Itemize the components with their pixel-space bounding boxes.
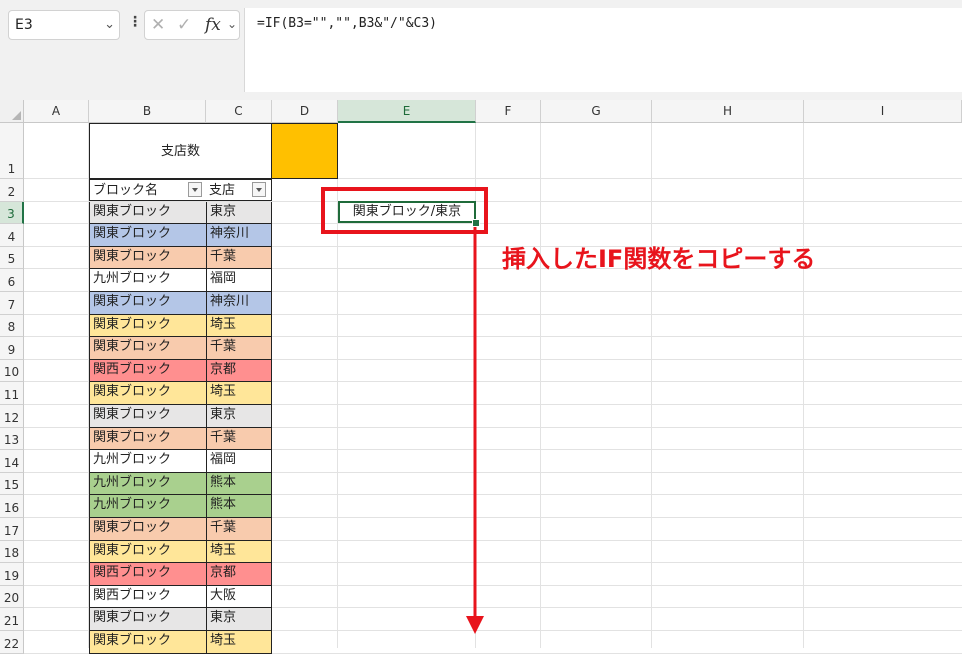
insert-function-icon[interactable]: fx [205,15,221,35]
name-box[interactable]: E3 ⌄ [8,10,120,40]
cancel-icon[interactable]: ✕ [151,15,165,35]
copy-down-arrow-icon [466,227,484,634]
formula-input[interactable]: =IF(B3="","",B3&"/"&C3) [244,8,962,92]
spreadsheet-grid[interactable]: ABCDEFGHI 1 2 3 4 5 6 7 8 9 10 11 12 13 14 15 16 17 18 19 2… [0,100,962,654]
annotation-text: 挿入したIF関数をコピーする [502,245,816,273]
chevron-down-icon[interactable]: ⌄ [104,17,115,32]
more-options-icon[interactable]: ⋮ [128,14,142,30]
enter-icon[interactable]: ✓ [177,15,191,35]
formula-buttons: ✕ ✓ fx ⌄ [144,10,240,40]
name-box-value: E3 [15,17,33,33]
formula-text: =IF(B3="","",B3&"/"&C3) [257,16,438,31]
chevron-down-icon[interactable]: ⌄ [227,17,237,31]
formula-bar-area: E3 ⌄ ⋮ ✕ ✓ fx ⌄ =IF(B3="","",B3&"/"&C3) [0,0,962,100]
